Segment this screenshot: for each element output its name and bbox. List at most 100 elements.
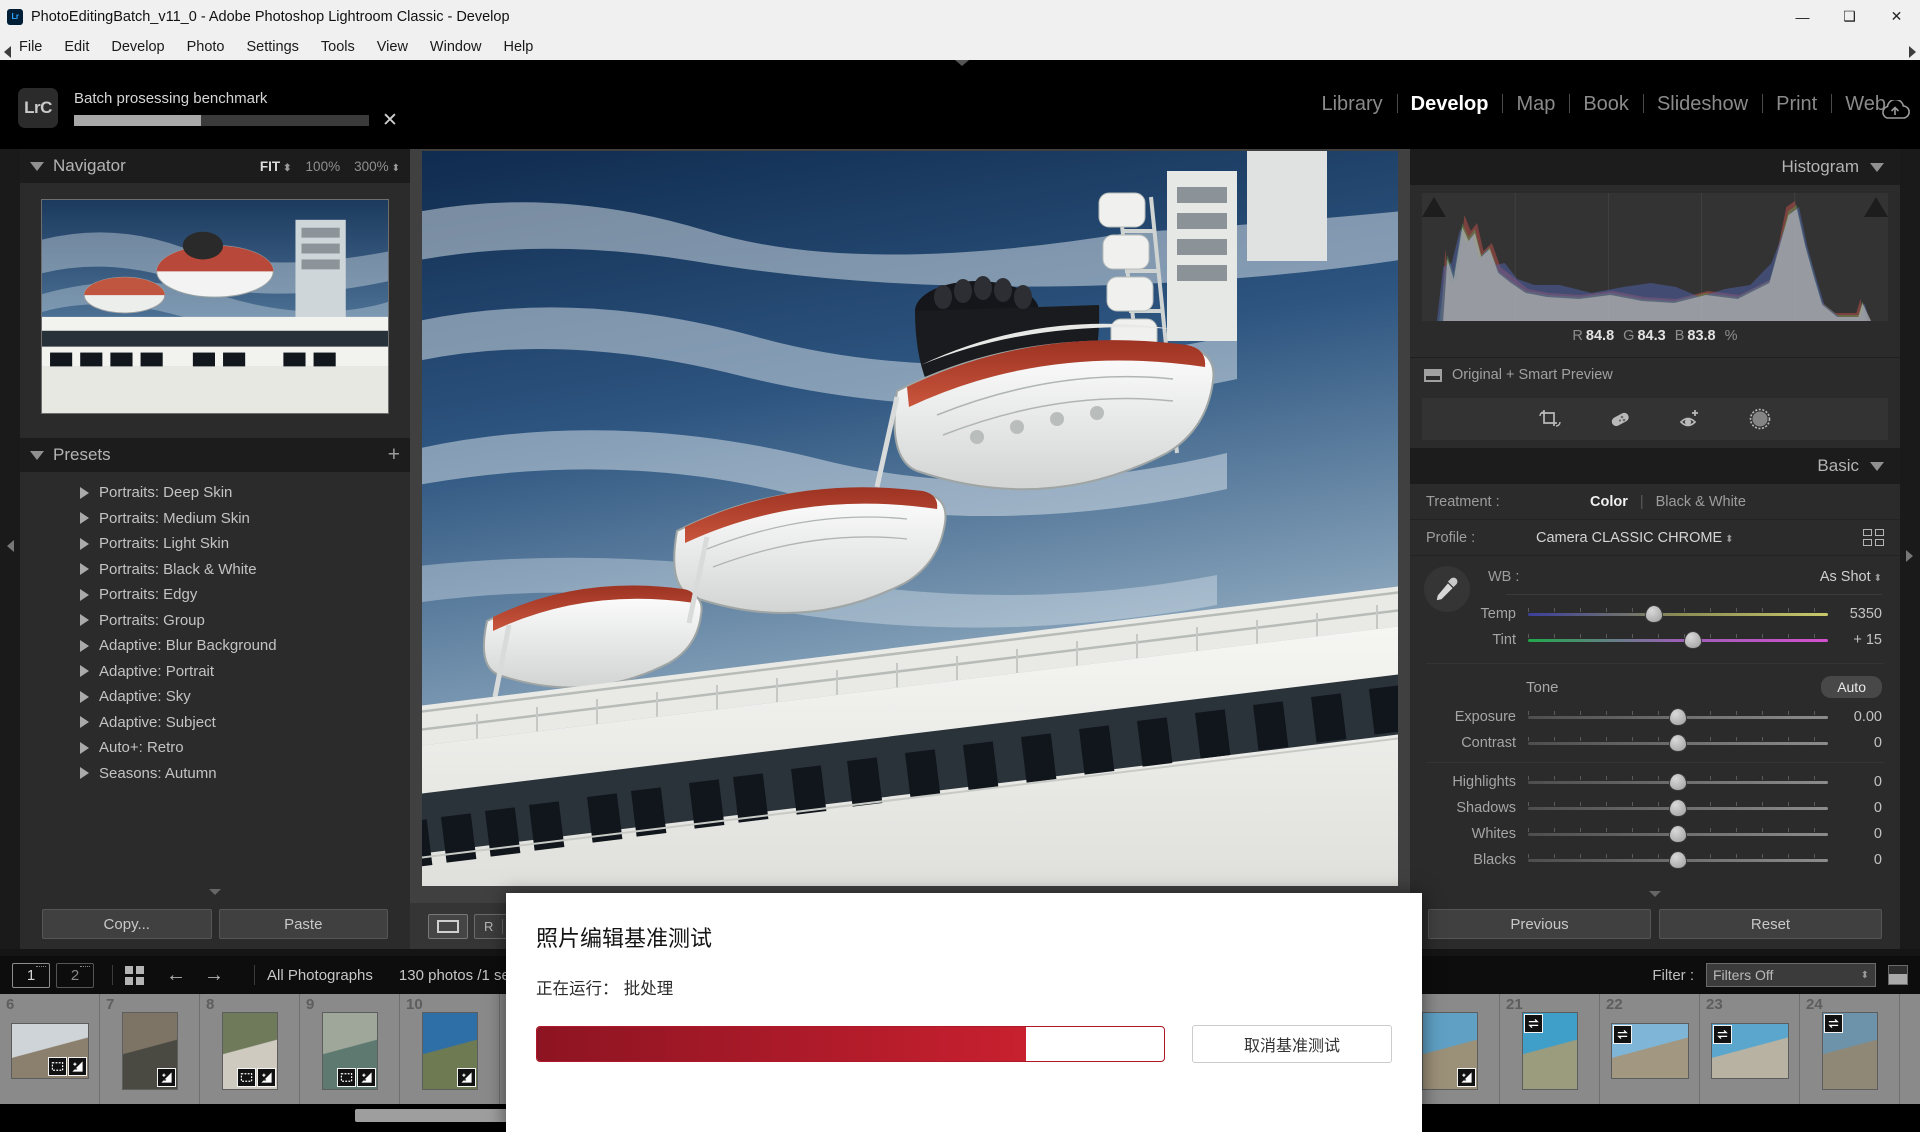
maximize-button[interactable]: ❑	[1826, 0, 1873, 33]
histogram-graph[interactable]	[1422, 193, 1888, 321]
module-library[interactable]: Library	[1307, 93, 1396, 116]
preset-item[interactable]: Auto+: Retro	[20, 735, 410, 761]
filmstrip-thumbnail[interactable]: 10	[400, 994, 500, 1104]
thumbnail-image[interactable]	[221, 1012, 278, 1090]
menu-window[interactable]: Window	[419, 36, 493, 58]
preset-item[interactable]: Portraits: Group	[20, 608, 410, 634]
tint-value[interactable]: + 15	[1828, 632, 1882, 648]
menu-help[interactable]: Help	[493, 36, 545, 58]
smart-preview-status[interactable]: Original + Smart Preview	[1410, 358, 1900, 392]
filmstrip-thumbnail[interactable]: 7	[100, 994, 200, 1104]
highlights-slider-row[interactable]: Highlights 0	[1420, 769, 1900, 795]
masking-icon[interactable]	[1748, 407, 1772, 431]
reset-button[interactable]: Reset	[1659, 909, 1882, 939]
preset-item[interactable]: Adaptive: Sky	[20, 684, 410, 710]
screen-2-button[interactable]: 2	[56, 962, 94, 988]
navigator-header[interactable]: Navigator FIT ⬍ 100% 300% ⬍	[20, 149, 410, 183]
chevron-down-icon[interactable]	[1870, 461, 1884, 471]
menu-photo[interactable]: Photo	[176, 36, 236, 58]
right-panel-collapse-arrow[interactable]	[1906, 550, 1913, 562]
filmstrip-thumbnail[interactable]: 22	[1600, 994, 1700, 1104]
thumbnail-image[interactable]	[10, 1023, 89, 1079]
tint-slider-knob[interactable]	[1685, 632, 1701, 648]
whites-slider-row[interactable]: Whites 0	[1420, 821, 1900, 847]
auto-tone-button[interactable]: Auto	[1821, 676, 1882, 698]
left-panel-collapse-arrow[interactable]	[7, 540, 14, 552]
chevron-right-icon[interactable]	[80, 690, 89, 703]
loupe-view-button[interactable]	[428, 913, 468, 939]
treatment-color-option[interactable]: Color	[1590, 494, 1628, 510]
chevron-right-icon[interactable]	[80, 563, 89, 576]
contrast-slider-knob[interactable]	[1670, 735, 1686, 751]
highlights-slider-knob[interactable]	[1670, 774, 1686, 790]
zoom-300[interactable]: 300% ⬍	[354, 159, 400, 174]
preset-item[interactable]: Portraits: Medium Skin	[20, 506, 410, 532]
chevron-right-icon[interactable]	[80, 767, 89, 780]
thumbnail-image[interactable]	[1421, 1012, 1478, 1090]
preset-item[interactable]: Adaptive: Portrait	[20, 659, 410, 685]
filmstrip-thumbnail[interactable]: 6	[0, 994, 100, 1104]
shadows-slider-row[interactable]: Shadows 0	[1420, 795, 1900, 821]
add-preset-icon[interactable]: +	[388, 444, 400, 465]
whites-slider-knob[interactable]	[1670, 826, 1686, 842]
minimize-button[interactable]: —	[1779, 0, 1826, 33]
left-panel-bottom-arrow[interactable]	[209, 889, 221, 895]
filmstrip-thumbnail[interactable]: 8	[200, 994, 300, 1104]
preset-item[interactable]: Portraits: Light Skin	[20, 531, 410, 557]
shadows-slider-knob[interactable]	[1670, 800, 1686, 816]
highlight-clipping-indicator[interactable]	[1864, 197, 1888, 217]
paste-button[interactable]: Paste	[218, 909, 388, 939]
shadows-value[interactable]: 0	[1828, 800, 1882, 816]
whites-value[interactable]: 0	[1828, 826, 1882, 842]
filter-toggle-icon[interactable]	[1888, 965, 1908, 985]
tint-slider-row[interactable]: Tint + 15	[1420, 627, 1900, 653]
back-arrow-icon[interactable]: ←	[166, 965, 186, 985]
thumbnail-image[interactable]	[121, 1012, 178, 1090]
navigator-preview[interactable]	[41, 199, 389, 414]
healing-brush-icon[interactable]	[1608, 407, 1632, 431]
treatment-bw-option[interactable]: Black & White	[1656, 494, 1746, 510]
histogram-header[interactable]: Histogram	[1410, 149, 1900, 185]
white-balance-selector-icon[interactable]	[1424, 566, 1470, 612]
chevron-down-icon[interactable]	[30, 161, 44, 171]
chevron-right-icon[interactable]	[80, 665, 89, 678]
chevron-right-icon[interactable]	[80, 639, 89, 652]
screen-1-button[interactable]: 1	[12, 962, 50, 988]
thumbnail-image[interactable]	[1610, 1023, 1689, 1079]
top-panel-collapse-arrow[interactable]	[955, 60, 969, 66]
filmstrip-thumbnail[interactable]: 9	[300, 994, 400, 1104]
cloud-sync-icon[interactable]	[1878, 98, 1912, 122]
chevron-down-icon[interactable]	[30, 450, 44, 460]
module-print[interactable]: Print	[1762, 93, 1831, 116]
profile-browser-icon[interactable]	[1863, 529, 1884, 546]
menu-edit[interactable]: Edit	[53, 36, 100, 58]
thumbnail-image[interactable]	[321, 1012, 378, 1090]
thumbnail-image[interactable]	[421, 1012, 478, 1090]
module-book[interactable]: Book	[1569, 93, 1643, 116]
preset-item[interactable]: Adaptive: Blur Background	[20, 633, 410, 659]
cancel-activity-icon[interactable]: ✕	[382, 111, 398, 130]
module-map[interactable]: Map	[1502, 93, 1569, 116]
copy-button[interactable]: Copy...	[42, 909, 212, 939]
highlights-value[interactable]: 0	[1828, 774, 1882, 790]
preset-item[interactable]: Portraits: Black & White	[20, 557, 410, 583]
filmstrip-thumbnail[interactable]: 23	[1700, 994, 1800, 1104]
temp-slider-knob[interactable]	[1646, 606, 1662, 622]
filter-select[interactable]: Filters Off ⬍	[1706, 963, 1876, 987]
filmstrip-thumbnail[interactable]: 24	[1800, 994, 1900, 1104]
main-photo[interactable]	[422, 151, 1398, 886]
thumbnail-image[interactable]	[1710, 1023, 1789, 1079]
exposure-slider-row[interactable]: Exposure 0.00	[1420, 704, 1900, 730]
profile-value[interactable]: Camera CLASSIC CHROME ⬍	[1536, 530, 1734, 546]
module-slideshow[interactable]: Slideshow	[1642, 93, 1762, 116]
preset-item[interactable]: Portraits: Deep Skin	[20, 480, 410, 506]
filmstrip-source[interactable]: All Photographs	[267, 967, 373, 984]
zoom-100[interactable]: 100%	[306, 159, 341, 174]
blacks-slider-knob[interactable]	[1670, 852, 1686, 868]
thumbnail-image[interactable]	[1521, 1012, 1578, 1090]
temp-slider-row[interactable]: Temp 5350	[1420, 601, 1900, 627]
contrast-slider-row[interactable]: Contrast 0	[1420, 730, 1900, 756]
blacks-slider-row[interactable]: Blacks 0	[1420, 847, 1900, 873]
wb-row[interactable]: WB : As Shot ⬍	[1488, 562, 1882, 592]
preset-item[interactable]: Portraits: Edgy	[20, 582, 410, 608]
